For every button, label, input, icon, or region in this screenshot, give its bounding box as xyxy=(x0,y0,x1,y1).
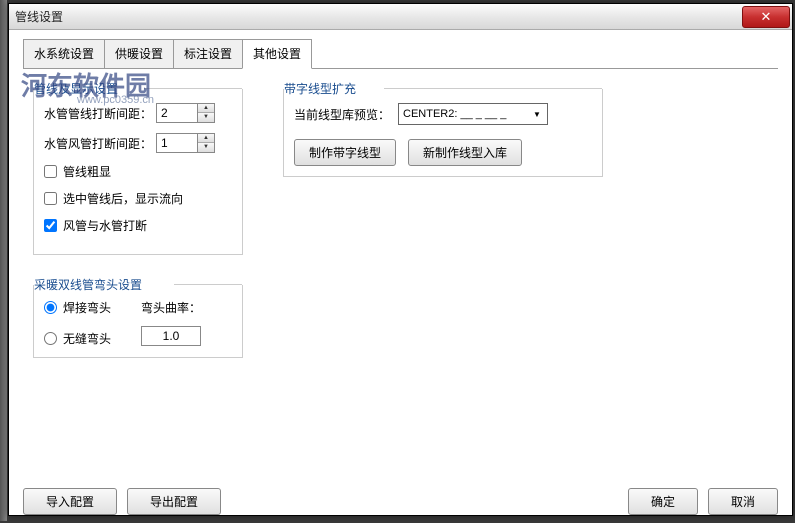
spinner-down-icon[interactable]: ▼ xyxy=(198,143,214,152)
tab-heating[interactable]: 供暖设置 xyxy=(104,39,174,69)
content-area: 河东软件园 www.pc0359.cn 水系统设置 供暖设置 标注设置 其他设置… xyxy=(9,38,792,523)
btn-export-config[interactable]: 导出配置 xyxy=(127,488,221,515)
label-linetype-preview: 当前线型库预览： xyxy=(294,106,390,123)
fieldset-title-linetype: 带字线型扩充 xyxy=(284,80,362,97)
chevron-down-icon: ▼ xyxy=(529,106,545,122)
elbow-options: 焊接弯头 无缝弯头 弯头曲率： xyxy=(44,299,232,347)
linetype-button-row: 制作带字线型 新制作线型入库 xyxy=(294,139,592,166)
spinner-water-break-gap[interactable]: ▲ ▼ xyxy=(156,103,215,123)
spinner-up-icon[interactable]: ▲ xyxy=(198,134,214,143)
tab-water-system[interactable]: 水系统设置 xyxy=(23,39,105,69)
footer-right-group: 确定 取消 xyxy=(628,488,778,515)
input-water-break-gap[interactable] xyxy=(157,104,197,122)
row-linetype-preview: 当前线型库预览： CENTER2: __ _ __ _ ▼ xyxy=(294,103,592,125)
fieldset-pipeline-display: 管线及显示设置 水管管线打断间距： ▲ ▼ 水管风管打断间距： xyxy=(33,89,243,255)
checkbox-row-bold: 管线粗显 xyxy=(44,163,232,180)
label-curvature: 弯头曲率： xyxy=(141,299,201,316)
label-duct-break-gap: 水管风管打断间距： xyxy=(44,135,152,152)
spinner-buttons: ▲ ▼ xyxy=(197,104,214,122)
spinner-down-icon[interactable]: ▼ xyxy=(198,113,214,122)
btn-make-linetype[interactable]: 制作带字线型 xyxy=(294,139,396,166)
radio-seamless-elbow[interactable] xyxy=(44,332,57,345)
footer-left-group: 导入配置 导出配置 xyxy=(23,488,221,515)
checkbox-duct-water-break[interactable] xyxy=(44,219,57,232)
close-button[interactable]: ✕ xyxy=(742,6,790,28)
titlebar: 管线设置 ✕ xyxy=(9,4,792,30)
fieldset-elbow: 采暖双线管弯头设置 焊接弯头 无缝弯头 弯头曲率： xyxy=(33,285,243,358)
curvature-column: 弯头曲率： xyxy=(141,299,201,346)
window-left-edge xyxy=(0,0,7,521)
combo-linetype[interactable]: CENTER2: __ _ __ _ ▼ xyxy=(398,103,548,125)
label-welded-elbow: 焊接弯头 xyxy=(63,299,111,316)
spinner-duct-break-gap[interactable]: ▲ ▼ xyxy=(156,133,215,153)
btn-save-linetype[interactable]: 新制作线型入库 xyxy=(408,139,522,166)
btn-import-config[interactable]: 导入配置 xyxy=(23,488,117,515)
spinner-buttons: ▲ ▼ xyxy=(197,134,214,152)
btn-cancel[interactable]: 取消 xyxy=(708,488,778,515)
radio-welded-elbow[interactable] xyxy=(44,301,57,314)
row-water-break-gap: 水管管线打断间距： ▲ ▼ xyxy=(44,103,232,123)
spinner-up-icon[interactable]: ▲ xyxy=(198,104,214,113)
close-icon: ✕ xyxy=(761,9,772,25)
label-water-break-gap: 水管管线打断间距： xyxy=(44,105,152,122)
input-duct-break-gap[interactable] xyxy=(157,134,197,152)
tab-other[interactable]: 其他设置 xyxy=(242,39,312,69)
window-title: 管线设置 xyxy=(9,8,63,25)
row-duct-break-gap: 水管风管打断间距： ▲ ▼ xyxy=(44,133,232,153)
label-seamless-elbow: 无缝弯头 xyxy=(63,330,111,347)
footer-bar: 导入配置 导出配置 确定 取消 xyxy=(23,488,778,515)
tab-bar: 水系统设置 供暖设置 标注设置 其他设置 xyxy=(23,38,792,68)
input-curvature[interactable] xyxy=(141,326,201,346)
radio-group-elbow: 焊接弯头 无缝弯头 xyxy=(44,299,111,347)
radio-row-seamless: 无缝弯头 xyxy=(44,330,111,347)
fieldset-title-display: 管线及显示设置 xyxy=(34,80,124,97)
combo-linetype-value: CENTER2: __ _ __ _ xyxy=(403,108,506,120)
fieldset-linetype: 带字线型扩充 当前线型库预览： CENTER2: __ _ __ _ ▼ 制作带… xyxy=(283,89,603,177)
checkbox-show-flow[interactable] xyxy=(44,192,57,205)
label-show-flow: 选中管线后，显示流向 xyxy=(63,190,183,207)
btn-ok[interactable]: 确定 xyxy=(628,488,698,515)
label-bold-display: 管线粗显 xyxy=(63,163,111,180)
checkbox-row-flow: 选中管线后，显示流向 xyxy=(44,190,232,207)
checkbox-bold-display[interactable] xyxy=(44,165,57,178)
dialog-window: 管线设置 ✕ 河东软件园 www.pc0359.cn 水系统设置 供暖设置 标注… xyxy=(8,3,793,516)
tab-pane-other: 管线及显示设置 水管管线打断间距： ▲ ▼ 水管风管打断间距： xyxy=(23,68,778,478)
radio-row-welded: 焊接弯头 xyxy=(44,299,111,316)
checkbox-row-break: 风管与水管打断 xyxy=(44,217,232,234)
tab-annotation[interactable]: 标注设置 xyxy=(173,39,243,69)
label-duct-water-break: 风管与水管打断 xyxy=(63,217,147,234)
fieldset-title-elbow: 采暖双线管弯头设置 xyxy=(34,276,148,293)
